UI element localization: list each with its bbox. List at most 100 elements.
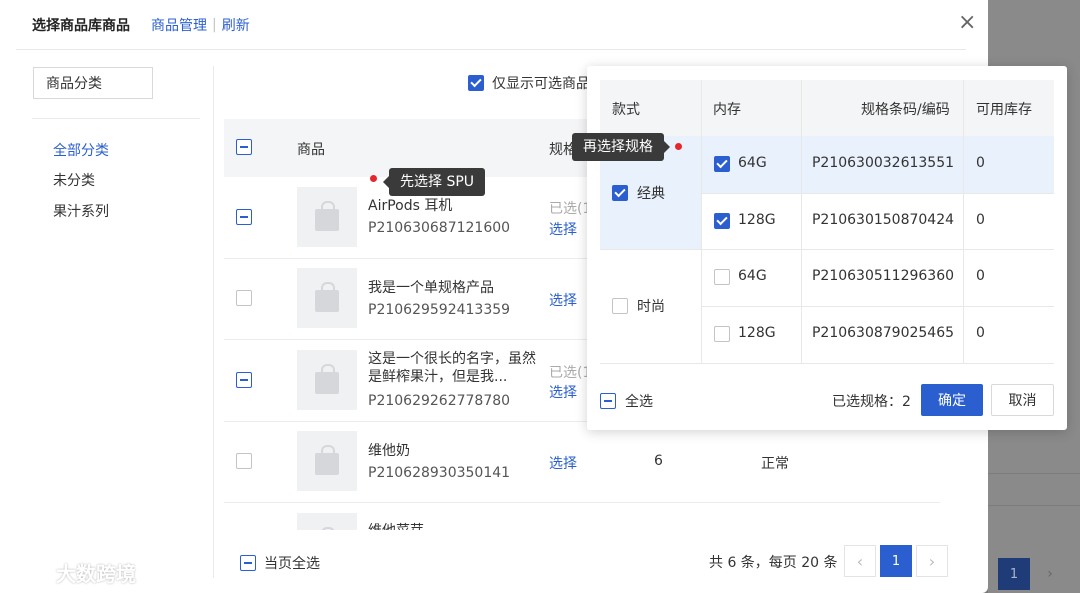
background-divider bbox=[988, 505, 1080, 506]
modal-header: 选择商品库商品 商品管理 | 刷新 bbox=[16, 0, 966, 50]
memory-value: 64G bbox=[738, 268, 767, 284]
background-divider bbox=[988, 473, 1080, 474]
row-checkbox[interactable] bbox=[236, 209, 252, 225]
spu-tooltip: 先选择 SPU bbox=[382, 168, 486, 196]
category-divider bbox=[32, 118, 200, 119]
spec-select-all[interactable]: 全选 bbox=[600, 391, 653, 411]
spec-table-header: 款式 内存 规格条码/编码 可用库存 bbox=[600, 80, 1054, 136]
cancel-button[interactable]: 取消 bbox=[991, 384, 1054, 416]
product-thumbnail bbox=[297, 431, 357, 491]
product-name: 我是一个单规格产品 bbox=[368, 280, 494, 296]
row-checkbox[interactable] bbox=[236, 290, 252, 306]
category-button[interactable]: 商品分类 bbox=[33, 67, 153, 99]
page-select-label: 当页全选 bbox=[264, 556, 320, 572]
product-name: 维他奶 bbox=[368, 443, 410, 459]
row-checkbox[interactable] bbox=[236, 453, 252, 469]
memory-value: 128G bbox=[738, 325, 776, 341]
select-spec-link[interactable]: 选择 bbox=[549, 453, 577, 473]
stock-value: 0 bbox=[976, 212, 985, 228]
spec-code: P210630879025465 bbox=[811, 325, 955, 341]
confirm-button[interactable]: 确定 bbox=[921, 384, 983, 416]
watermark-logo-icon bbox=[10, 561, 50, 584]
spec-status: 已选(1 bbox=[549, 365, 592, 381]
style-cell-fashion[interactable]: 时尚 bbox=[600, 249, 701, 363]
header-memory: 内存 bbox=[713, 102, 741, 118]
style-checkbox[interactable] bbox=[612, 184, 628, 201]
spec-row: 128G P210630879025465 0 bbox=[701, 306, 1054, 363]
style-label: 经典 bbox=[637, 185, 665, 202]
background-next-button[interactable]: › bbox=[1036, 558, 1064, 590]
spec-checkbox[interactable] bbox=[714, 156, 730, 172]
spec-select-all-label: 全选 bbox=[625, 394, 653, 410]
only-selectable-filter[interactable]: 仅显示可选商品 bbox=[468, 73, 590, 93]
product-manage-link[interactable]: 商品管理 bbox=[151, 15, 207, 35]
bag-icon bbox=[315, 201, 339, 231]
spec-code: P210630032613551 bbox=[811, 155, 955, 171]
category-item-juice[interactable]: 果汁系列 bbox=[53, 201, 109, 221]
spec-checkbox[interactable] bbox=[714, 326, 730, 342]
category-panel: 商品分类 全部分类 未分类 果汁系列 bbox=[16, 66, 214, 578]
product-thumbnail bbox=[297, 268, 357, 328]
spec-tooltip: 再选择规格 bbox=[572, 133, 670, 161]
spec-select-all-checkbox[interactable] bbox=[600, 393, 616, 409]
grid-line bbox=[801, 80, 802, 363]
select-spec-link[interactable]: 选择 bbox=[549, 290, 577, 310]
category-item-all[interactable]: 全部分类 bbox=[53, 140, 109, 160]
bag-icon bbox=[315, 445, 339, 475]
spec-status: 已选(1 bbox=[549, 201, 592, 217]
row-checkbox[interactable] bbox=[236, 372, 252, 388]
stock-value: 0 bbox=[976, 268, 985, 284]
spec-row: 64G P210630511296360 0 bbox=[701, 249, 1054, 306]
modal-title: 选择商品库商品 bbox=[32, 17, 130, 34]
grid-line bbox=[600, 363, 1054, 364]
next-page-button[interactable]: › bbox=[916, 545, 948, 577]
refresh-link[interactable]: 刷新 bbox=[222, 15, 250, 35]
pagination-total: 共 6 条，每页 20 条 bbox=[709, 555, 838, 571]
page-1-button[interactable]: 1 bbox=[880, 545, 912, 577]
category-item-uncategorized[interactable]: 未分类 bbox=[53, 170, 95, 190]
background-page-button[interactable]: 1 bbox=[998, 558, 1030, 590]
select-spec-link[interactable]: 选择 bbox=[549, 382, 577, 402]
spec-checkbox[interactable] bbox=[714, 269, 730, 285]
memory-value: 64G bbox=[738, 155, 767, 171]
product-thumbnail bbox=[297, 513, 357, 530]
selected-spec-count: 已选规格：2 bbox=[832, 394, 911, 410]
status-value: 正常 bbox=[761, 456, 789, 472]
memory-value: 128G bbox=[738, 212, 776, 228]
spec-hint-dot bbox=[675, 143, 682, 150]
link-separator: | bbox=[212, 16, 217, 33]
close-icon[interactable]: × bbox=[958, 10, 976, 35]
spec-row: 128G P210630150870424 0 bbox=[701, 193, 1054, 250]
product-name: AirPods 耳机 bbox=[368, 198, 453, 214]
header-select-checkbox[interactable] bbox=[236, 139, 252, 155]
select-spec-link[interactable]: 选择 bbox=[549, 219, 577, 239]
style-checkbox[interactable] bbox=[612, 298, 628, 314]
header-code: 规格条码/编码 bbox=[861, 102, 950, 118]
prev-page-button[interactable]: ‹ bbox=[844, 545, 876, 577]
product-thumbnail bbox=[297, 187, 357, 247]
spu-hint-dot bbox=[370, 175, 377, 182]
bag-icon bbox=[315, 364, 339, 394]
product-code: P210629262778780 bbox=[368, 393, 511, 409]
page-select-checkbox[interactable] bbox=[240, 555, 256, 571]
grid-line bbox=[600, 249, 1054, 250]
stock-value: 0 bbox=[976, 155, 985, 171]
spec-code: P210630511296360 bbox=[811, 268, 955, 284]
style-label: 时尚 bbox=[637, 299, 665, 315]
spec-checkbox[interactable] bbox=[714, 213, 730, 229]
spec-row: 64G P210630032613551 0 bbox=[701, 136, 1054, 193]
product-code: P210629592413359 bbox=[368, 302, 511, 318]
header-style: 款式 bbox=[612, 102, 640, 118]
table-row: 维他菜芽 bbox=[224, 503, 940, 530]
product-name: 维他菜芽 bbox=[368, 522, 538, 530]
stock-value: 6 bbox=[654, 453, 663, 469]
spec-code: P210630150870424 bbox=[811, 212, 955, 228]
grid-line bbox=[701, 80, 702, 363]
filter-label: 仅显示可选商品 bbox=[492, 76, 590, 92]
spec-popover: 款式 内存 规格条码/编码 可用库存 经典 64G P2106300326135… bbox=[587, 66, 1067, 430]
bag-icon bbox=[315, 282, 339, 312]
product-code: P210628930350141 bbox=[368, 465, 511, 481]
header-stock: 可用库存 bbox=[976, 102, 1032, 118]
page-select-all[interactable]: 当页全选 bbox=[240, 553, 320, 573]
filter-checkbox[interactable] bbox=[468, 75, 484, 91]
